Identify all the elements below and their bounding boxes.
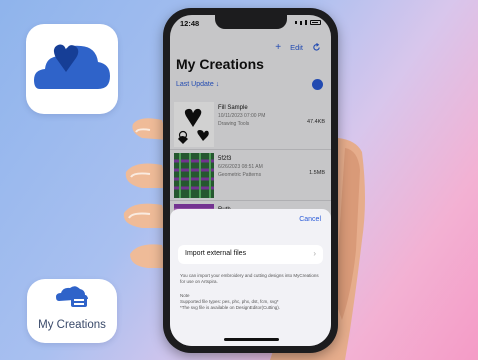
import-label: Import external files bbox=[185, 250, 247, 257]
home-indicator bbox=[223, 338, 279, 341]
note-line: *The svg file is available on DesignEdit… bbox=[180, 305, 281, 310]
import-info-text: You can import your embroidery and cutti… bbox=[180, 273, 319, 284]
chevron-right-icon: › bbox=[313, 249, 316, 258]
cancel-button[interactable]: Cancel bbox=[299, 216, 321, 223]
import-external-files-button[interactable]: Import external files › bbox=[178, 245, 323, 264]
phone-notch bbox=[214, 15, 287, 29]
supported-files-note: Note Supported file types: pes, phc, phx… bbox=[180, 293, 323, 311]
phone-device: 12:48 + Edit My Creations Last Update ↓ bbox=[163, 8, 338, 353]
import-sheet: Cancel Import external files › You can i… bbox=[170, 209, 331, 346]
phone-screen: 12:48 + Edit My Creations Last Update ↓ bbox=[170, 15, 331, 346]
